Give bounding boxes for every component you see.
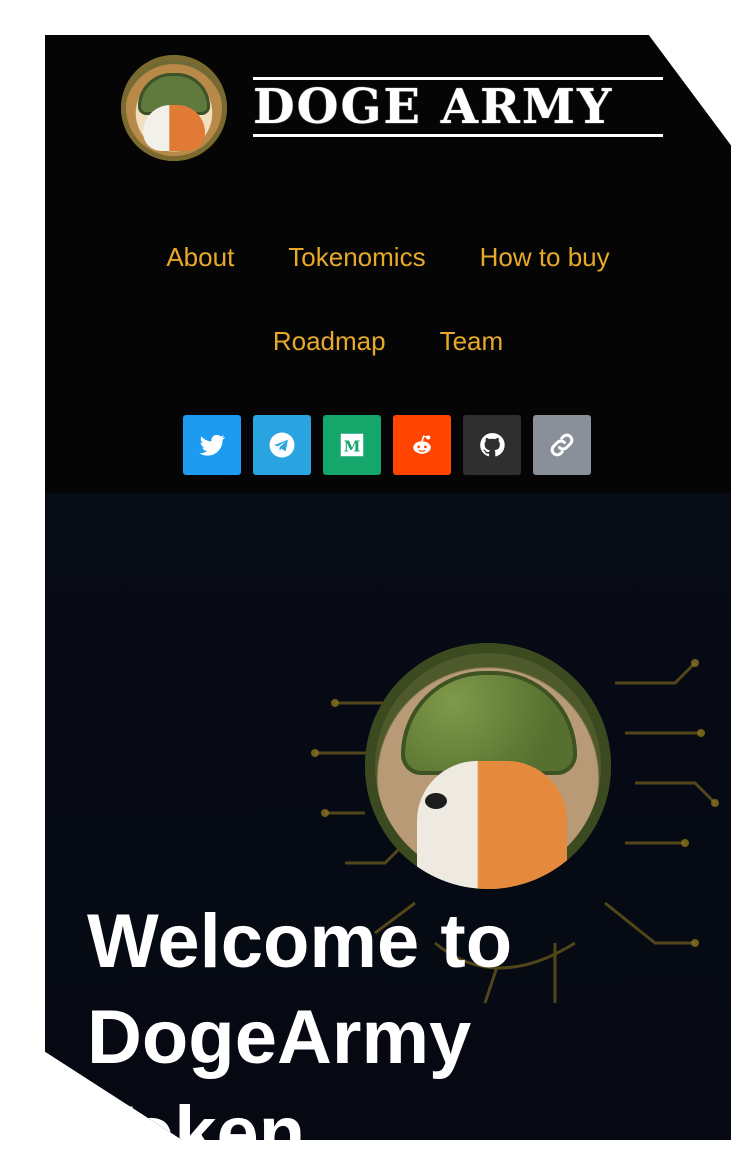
link-icon	[550, 433, 574, 457]
medium-icon: M	[340, 433, 364, 457]
reddit-button[interactable]	[393, 415, 451, 475]
site-screenshot: DOGE ARMY About Tokenomics How to buy Ro…	[45, 35, 731, 1140]
hero-section: Welcome to DogeArmy Token	[45, 493, 731, 1140]
page-frame: DOGE ARMY About Tokenomics How to buy Ro…	[0, 0, 747, 1149]
hero-doge-face-icon	[417, 761, 567, 889]
telegram-button[interactable]	[253, 415, 311, 475]
headline-line-3: Token	[87, 1090, 306, 1140]
logo-avatar[interactable]	[121, 55, 227, 161]
hero-headline: Welcome to DogeArmy Token	[87, 894, 707, 1140]
headline-line-2: DogeArmy	[87, 994, 472, 1080]
headline-line-1: Welcome to	[87, 898, 513, 984]
hero-doge-avatar	[365, 643, 611, 889]
social-links: M	[183, 415, 603, 477]
nav-row-1: About Tokenomics How to buy	[45, 237, 731, 277]
nav-link-roadmap[interactable]: Roadmap	[273, 321, 386, 361]
github-button[interactable]	[463, 415, 521, 475]
nav-row-2: Roadmap Team	[45, 321, 731, 361]
nav-link-team[interactable]: Team	[440, 321, 504, 361]
brand-logo-text[interactable]: DOGE ARMY	[253, 71, 663, 143]
github-icon	[480, 433, 505, 457]
twitter-button[interactable]	[183, 415, 241, 475]
hero-helmet-icon	[401, 671, 577, 775]
reddit-icon	[413, 435, 431, 454]
nav-link-how-to-buy[interactable]: How to buy	[480, 237, 610, 277]
hero-doge-nose-icon	[425, 793, 447, 809]
site-header: DOGE ARMY About Tokenomics How to buy Ro…	[45, 35, 731, 493]
doge-face-icon	[143, 105, 205, 151]
telegram-icon	[269, 432, 295, 458]
nav-link-about[interactable]: About	[166, 237, 234, 277]
nav-link-tokenomics[interactable]: Tokenomics	[288, 237, 425, 277]
link-button[interactable]	[533, 415, 591, 475]
twitter-icon	[199, 434, 225, 456]
medium-button[interactable]: M	[323, 415, 381, 475]
svg-text:M: M	[344, 437, 361, 455]
